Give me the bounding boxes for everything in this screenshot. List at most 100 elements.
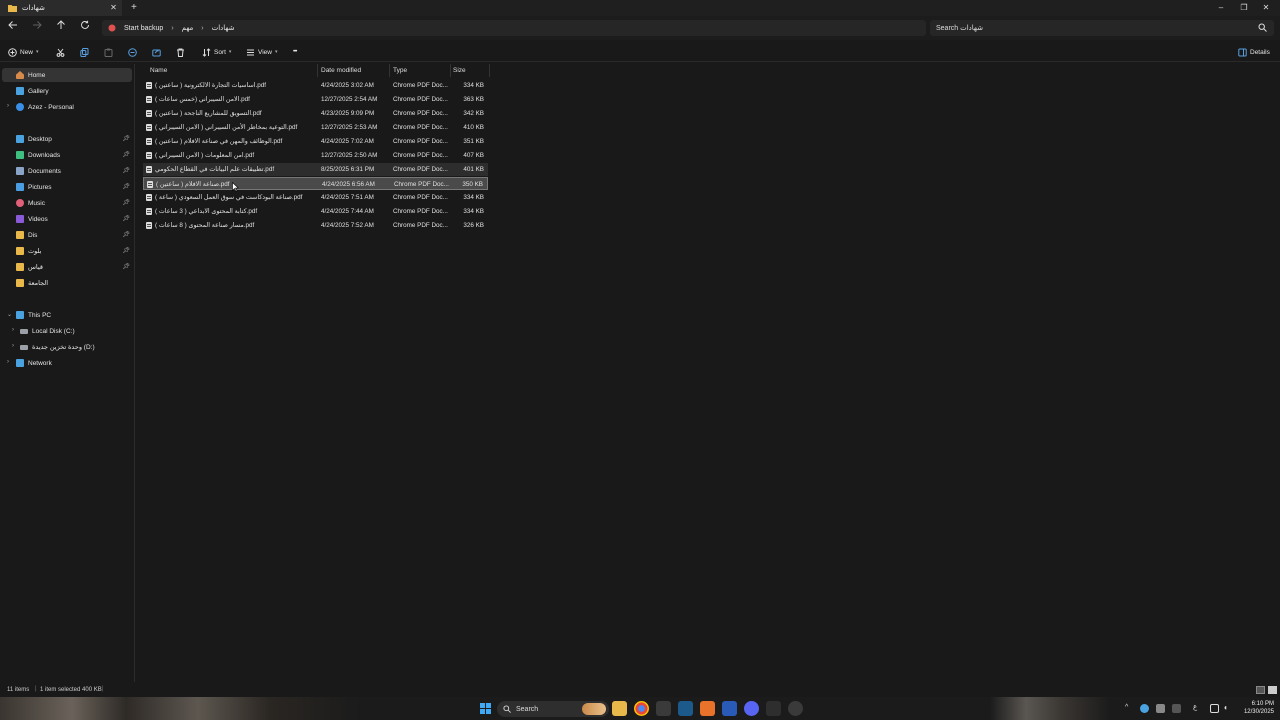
file-row[interactable]: امن المعلومات ( الامن السيبراني ).pdf 12/… — [143, 149, 488, 162]
file-row[interactable]: صناعة البودكاست في سوق العمل السعودي ( س… — [143, 191, 488, 204]
sidebar-item-desktop[interactable]: Desktop 📌︎ — [2, 132, 132, 146]
file-row[interactable]: التسويق للمشاريع الناجحة ( ساعتين ).pdf 4… — [143, 107, 488, 120]
home-icon — [16, 71, 24, 79]
desktop-icon — [16, 135, 24, 143]
sidebar-item-qiyas[interactable]: قياس 📌︎ — [2, 260, 132, 274]
breadcrumb-start-backup[interactable]: Start backup — [124, 25, 163, 32]
chevron-up-icon[interactable]: ^ — [1125, 704, 1128, 711]
minimize-button[interactable]: – — [1214, 2, 1228, 14]
sidebar-item-local-disk-c[interactable]: › Local Disk (C:) — [2, 324, 132, 338]
app-taskbar-icon[interactable] — [788, 701, 803, 716]
sidebar-item-university[interactable]: الجامعة — [2, 276, 132, 290]
file-size: 334 KB — [463, 82, 484, 89]
file-row[interactable]: الوظائف والمهن في صناعة الافلام ( ساعتين… — [143, 135, 488, 148]
start-button[interactable] — [478, 701, 493, 716]
volume-icon[interactable]: ◖ — [1223, 703, 1228, 712]
pdf-file-icon — [146, 124, 152, 131]
clipboard-icon — [104, 48, 113, 57]
file-row[interactable]: التوعية بمخاطر الأمن السيبراني ( الامن ا… — [143, 121, 488, 134]
breadcrumb[interactable]: Start backup › مهم › شهادات — [102, 20, 926, 36]
rename-button[interactable] — [128, 46, 137, 58]
steam-taskbar-icon[interactable] — [678, 701, 693, 716]
file-row[interactable]: الامن السيبراني (خمس ساعات ).pdf 12/27/20… — [143, 93, 488, 106]
sidebar-item-pictures[interactable]: Pictures 📌︎ — [2, 180, 132, 194]
column-divider[interactable] — [389, 64, 390, 77]
copy-button[interactable] — [80, 46, 89, 58]
more-options-button[interactable]: ••• — [293, 46, 297, 58]
tray-app-icon[interactable] — [1140, 704, 1149, 713]
restore-button[interactable]: ❐ — [1237, 2, 1251, 14]
tiles-view-toggle[interactable] — [1268, 686, 1277, 694]
tab-shahadat[interactable]: شهادات — [0, 0, 122, 16]
details-button[interactable]: Details — [1238, 46, 1270, 58]
column-divider[interactable] — [317, 64, 318, 77]
language-indicator[interactable]: ع — [1193, 703, 1197, 711]
up-button[interactable] — [54, 20, 68, 34]
microphone-icon[interactable] — [1172, 704, 1181, 713]
column-name[interactable]: Name — [150, 67, 167, 74]
chrome-taskbar-icon[interactable] — [634, 701, 649, 716]
file-row[interactable]: اساسيات التجارة الالكترونية ( ساعتين ).p… — [143, 79, 488, 92]
file-row[interactable]: صناعة الافلام ( ساعتين ).pdf 4/24/2025 6:… — [143, 177, 488, 190]
column-size[interactable]: Size — [453, 67, 466, 74]
sidebar-item-baloot[interactable]: بلوت 📌︎ — [2, 244, 132, 258]
column-type[interactable]: Type — [393, 67, 407, 74]
sidebar-item-documents[interactable]: Documents 📌︎ — [2, 164, 132, 178]
app-taskbar-icon[interactable] — [700, 701, 715, 716]
file-date: 4/24/2025 6:56 AM — [322, 181, 375, 188]
delete-button[interactable] — [176, 46, 185, 58]
details-view-toggle[interactable] — [1256, 686, 1265, 694]
column-date-modified[interactable]: Date modified — [321, 67, 361, 74]
taskbar-search[interactable]: Search — [497, 701, 609, 717]
sidebar-item-this-pc[interactable]: ⌄ This PC — [2, 308, 132, 322]
xbox-taskbar-icon[interactable] — [766, 701, 781, 716]
file-name: تطبيقات علم البيانات في القطاع الحكومي.p… — [155, 166, 275, 173]
file-row[interactable]: تطبيقات علم البيانات في القطاع الحكومي.p… — [143, 163, 488, 176]
sidebar-item-onedrive[interactable]: › Azez - Personal — [2, 100, 132, 114]
new-button[interactable]: New ▾ — [8, 46, 39, 58]
sort-button[interactable]: Sort ▾ — [202, 46, 231, 58]
sidebar-item-home[interactable]: Home — [2, 68, 132, 82]
pin-icon: 📌︎ — [122, 248, 130, 254]
windows-logo-icon — [480, 703, 491, 714]
store-taskbar-icon[interactable] — [656, 701, 671, 716]
view-button[interactable]: View ▾ — [246, 46, 278, 58]
file-date: 4/24/2025 7:02 AM — [321, 138, 374, 145]
file-explorer-taskbar-icon[interactable] — [612, 701, 627, 716]
sidebar-item-music[interactable]: Music 📌︎ — [2, 196, 132, 210]
back-button[interactable] — [6, 20, 20, 34]
sidebar-label: Downloads — [28, 151, 61, 159]
sidebar-item-videos[interactable]: Videos 📌︎ — [2, 212, 132, 226]
clock[interactable]: 6:10 PM 12/30/2025 — [1244, 700, 1274, 716]
file-row[interactable]: مسار صناعة المحتوى ( 8 ساعات ).pdf 4/24/2… — [143, 219, 488, 232]
sidebar-item-disk-d[interactable]: › وحدة تخزين جديدة (D:) — [2, 340, 132, 354]
file-row[interactable]: كتابة المحتوى الابداعي ( 3 ساعات ).pdf 4/… — [143, 205, 488, 218]
refresh-button[interactable] — [78, 20, 92, 34]
sidebar-item-gallery[interactable]: Gallery — [2, 84, 132, 98]
search-input[interactable]: Search شهادات — [930, 20, 1274, 36]
sidebar-item-downloads[interactable]: Downloads 📌︎ — [2, 148, 132, 162]
column-divider[interactable] — [489, 64, 490, 77]
share-button[interactable] — [152, 46, 161, 58]
forward-button[interactable] — [30, 20, 44, 34]
close-tab-button[interactable]: ✕ — [109, 3, 118, 13]
tray-app-icon[interactable] — [1156, 704, 1165, 713]
new-tab-button[interactable]: + — [131, 2, 137, 14]
breadcrumb-shahadat[interactable]: شهادات — [212, 24, 235, 32]
pin-icon: 📌︎ — [122, 264, 130, 270]
network-status-icon[interactable] — [1210, 704, 1219, 713]
breadcrumb-muhim[interactable]: مهم — [182, 24, 194, 32]
search-icon — [1258, 23, 1267, 32]
sidebar-item-dis[interactable]: Dis 📌︎ — [2, 228, 132, 242]
clock-time: 6:10 PM — [1251, 701, 1274, 707]
chevron-right-icon: › — [12, 327, 14, 333]
file-type: Chrome PDF Doc... — [393, 124, 448, 131]
close-window-button[interactable]: ✕ — [1259, 2, 1273, 14]
cut-button[interactable] — [56, 46, 65, 58]
file-size: 342 KB — [463, 110, 484, 117]
discord-taskbar-icon[interactable] — [744, 701, 759, 716]
app-taskbar-icon[interactable] — [722, 701, 737, 716]
sidebar-item-network[interactable]: › Network — [2, 356, 132, 370]
paste-button[interactable] — [104, 46, 113, 58]
column-divider[interactable] — [450, 64, 451, 77]
